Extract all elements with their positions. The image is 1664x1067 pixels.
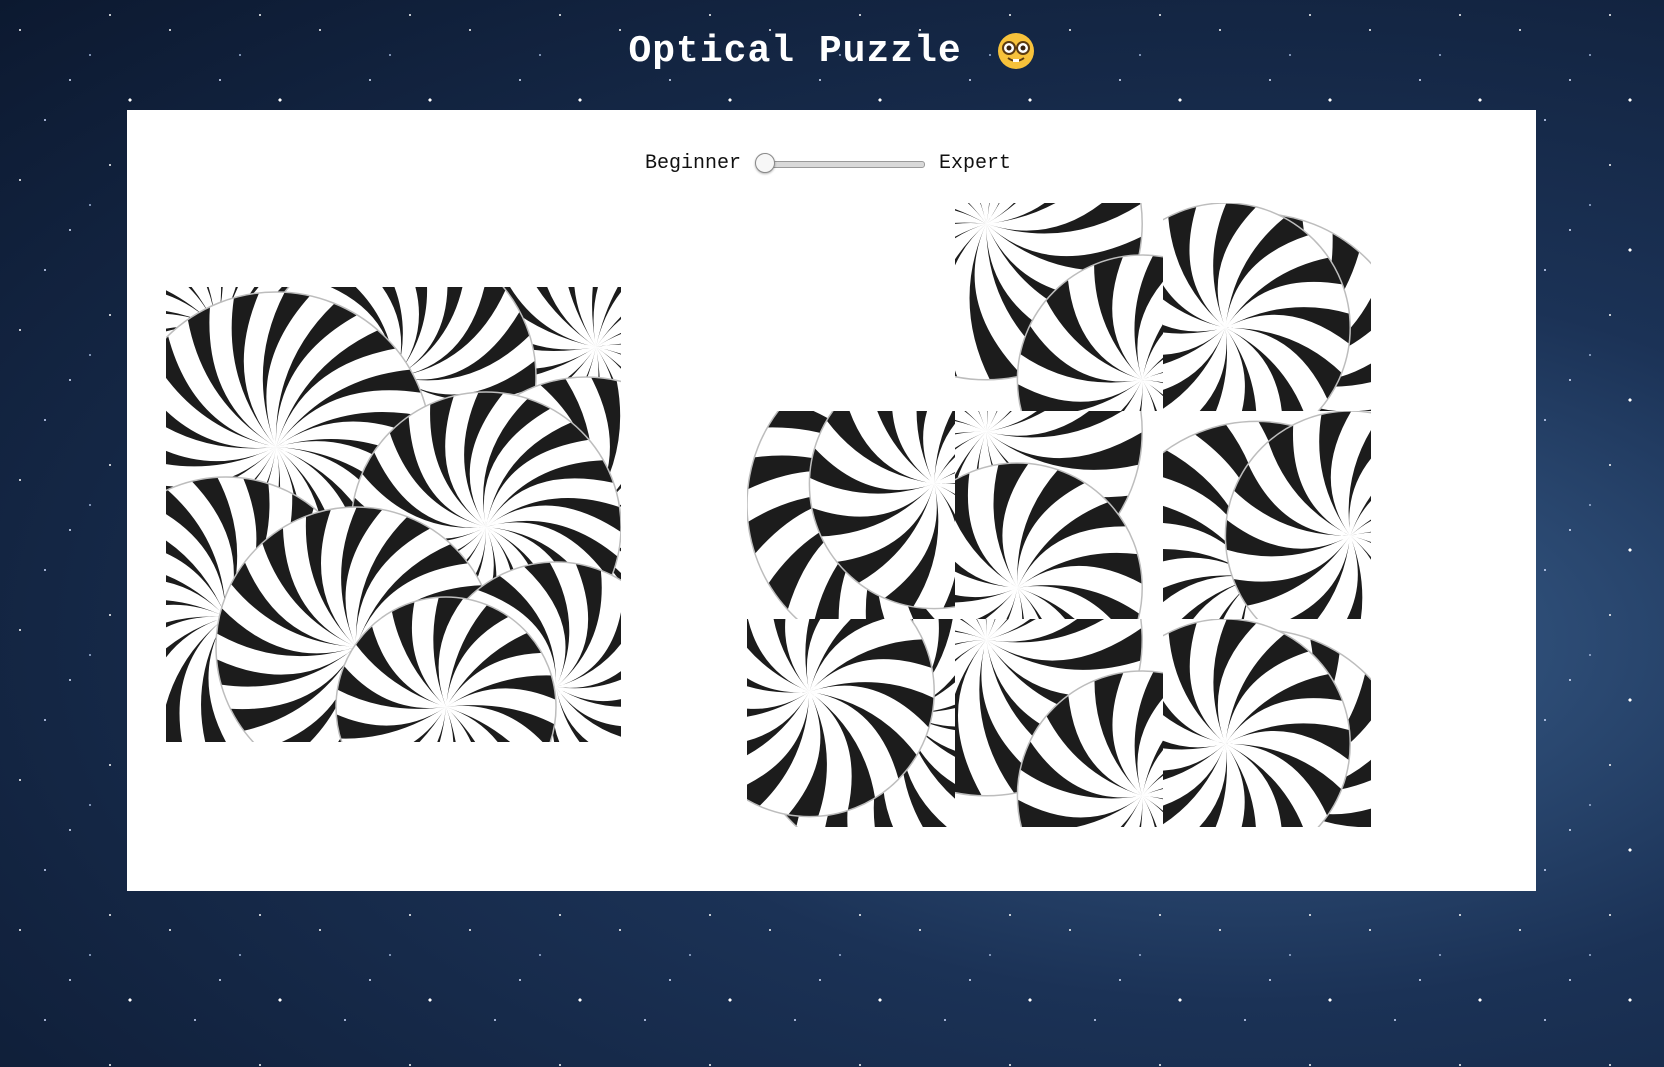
puzzle-tile[interactable] bbox=[955, 203, 1163, 411]
puzzle-tile[interactable] bbox=[1163, 203, 1371, 411]
game-panel: Beginner Expert bbox=[127, 110, 1536, 891]
reference-image bbox=[166, 287, 621, 742]
puzzle-tile[interactable] bbox=[955, 411, 1163, 619]
tile-pattern-image bbox=[1163, 619, 1371, 827]
difficulty-slider[interactable] bbox=[755, 153, 926, 173]
difficulty-max-label: Expert bbox=[939, 151, 1012, 175]
puzzle-board bbox=[747, 203, 1371, 827]
difficulty-min-label: Beginner bbox=[645, 151, 742, 175]
spiral-pattern-image bbox=[166, 287, 621, 742]
tile-pattern-image bbox=[1163, 411, 1371, 619]
tile-pattern-image bbox=[955, 411, 1163, 619]
tile-pattern-image bbox=[747, 619, 955, 827]
difficulty-control: Beginner Expert bbox=[645, 150, 1011, 176]
nerd-face-icon bbox=[997, 32, 1034, 69]
puzzle-tile[interactable] bbox=[747, 411, 955, 619]
page-title: Optical Puzzle bbox=[0, 30, 1664, 73]
tile-pattern-image bbox=[955, 203, 1163, 411]
slider-thumb[interactable] bbox=[755, 153, 776, 173]
tile-pattern-image bbox=[1163, 203, 1371, 411]
puzzle-tile[interactable] bbox=[747, 619, 955, 827]
puzzle-tile[interactable] bbox=[1163, 619, 1371, 827]
puzzle-tile[interactable] bbox=[1163, 411, 1371, 619]
page-title-text: Optical Puzzle bbox=[628, 30, 962, 73]
puzzle-tile[interactable] bbox=[955, 619, 1163, 827]
slider-track[interactable] bbox=[763, 161, 926, 168]
tile-pattern-image bbox=[955, 619, 1163, 827]
tile-pattern-image bbox=[747, 411, 955, 619]
